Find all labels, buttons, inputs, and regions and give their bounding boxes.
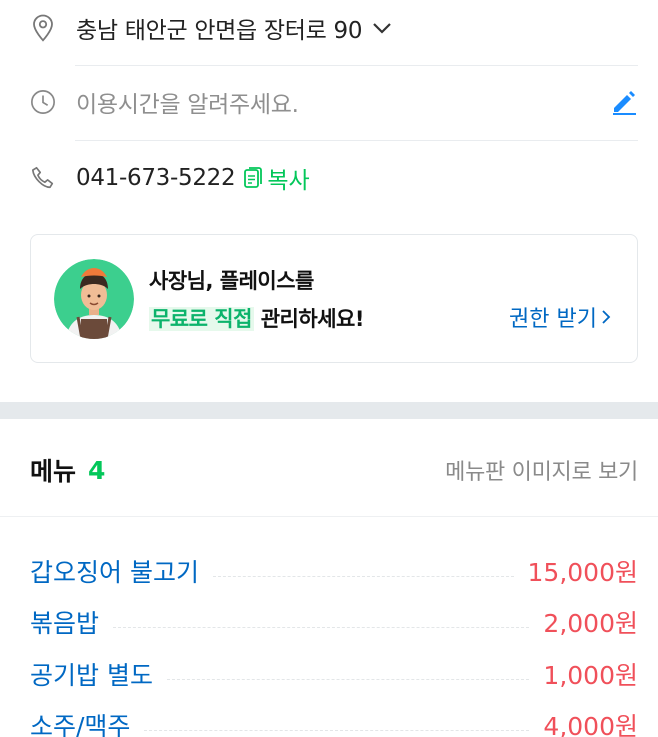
menu-item-name: 공기밥 별도 [30,660,153,690]
view-menu-board-link[interactable]: 메뉴판 이미지로 보기 [445,454,638,486]
divider [75,140,638,141]
map-pin-icon [30,14,56,42]
copy-button[interactable]: 복사 [243,161,310,195]
chevron-right-icon [601,309,611,325]
menu-item-price: 2,000원 [543,609,638,638]
menu-item-name: 갑오징어 불고기 [30,557,199,587]
get-permission-link[interactable]: 권한 받기 [509,301,611,333]
menu-header: 메뉴 4 메뉴판 이미지로 보기 [30,450,638,490]
hours-placeholder: 이용시간을 알려주세요. [76,92,299,118]
menu-count: 4 [88,455,106,485]
pencil-icon[interactable] [610,88,638,116]
banner-line2: 무료로 직접 관리하세요! [149,303,364,333]
address-row[interactable]: 충남 태안군 안면읍 장터로 90 [30,10,638,46]
menu-title: 메뉴 [30,457,77,486]
leader-dots [113,627,530,628]
menu-item[interactable]: 갑오징어 불고기 15,000원 [30,537,638,589]
owner-avatar [54,259,134,339]
divider [75,65,638,66]
section-divider [0,402,658,419]
hours-row[interactable]: 이용시간을 알려주세요. [30,84,638,120]
divider [0,516,658,517]
menu-item-price: 1,000원 [543,660,638,690]
owner-claim-banner[interactable]: 사장님, 플레이스를 무료로 직접 관리하세요! 권한 받기 [30,234,638,363]
menu-item[interactable]: 공기밥 별도 1,000원 [30,640,638,692]
leader-dots [212,575,514,577]
address-text: 충남 태안군 안면읍 장터로 90 [76,18,363,44]
banner-line1: 사장님, 플레이스를 [149,269,314,293]
clock-icon [30,89,56,115]
menu-item-name: 소주/맥주 [30,712,131,737]
menu-item-price: 4,000원 [543,712,638,737]
leader-dots [144,730,530,731]
banner-highlight: 무료로 직접 [149,307,254,331]
menu-item[interactable]: 볶음밥 2,000원 [30,589,638,641]
menu-list: 갑오징어 불고기 15,000원 볶음밥 2,000원 공기밥 별도 1,000… [30,537,638,737]
banner-line2-rest: 관리하세요! [260,307,365,331]
menu-item[interactable]: 소주/맥주 4,000원 [30,692,638,737]
phone-number[interactable]: 041-673-5222 [76,165,236,191]
copy-label: 복사 [267,168,310,194]
copy-icon [243,166,263,190]
leader-dots [166,678,530,680]
permission-label: 권한 받기 [509,307,597,332]
phone-row: 041-673-5222 복사 [30,160,638,196]
phone-icon [30,165,56,191]
chevron-down-icon[interactable] [372,21,392,35]
menu-item-price: 15,000원 [527,557,638,587]
menu-item-name: 볶음밥 [30,609,100,638]
